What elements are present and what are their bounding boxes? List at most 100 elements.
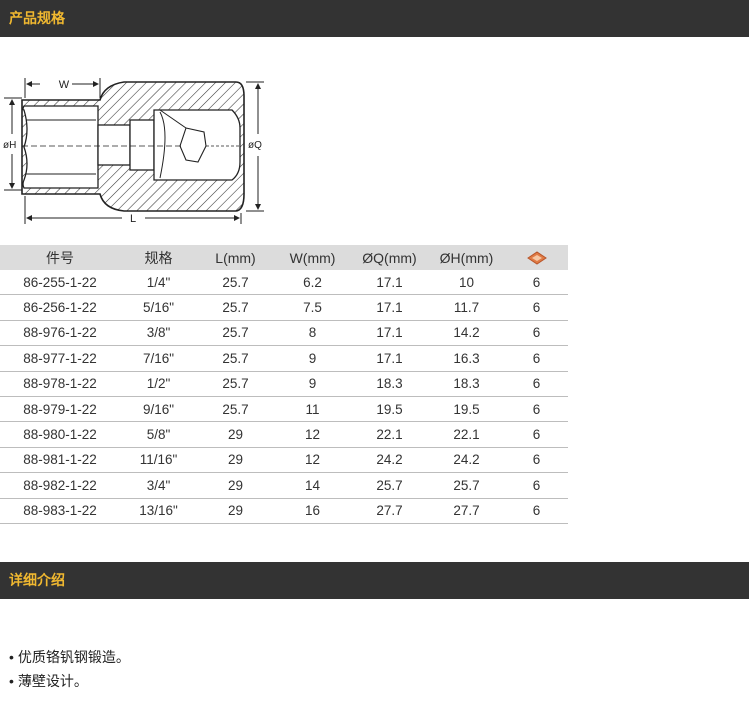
col-header-w: W(mm) bbox=[274, 245, 351, 270]
hex-point-icon bbox=[526, 251, 547, 265]
cell-size: 11/16" bbox=[120, 447, 197, 474]
detail-section-header: 详细介绍 bbox=[0, 562, 749, 599]
col-header-l: L(mm) bbox=[197, 245, 274, 270]
cell-h: 24.2 bbox=[428, 447, 505, 474]
cell-part-no: 88-977-1-22 bbox=[0, 345, 120, 372]
cell-w: 9 bbox=[274, 345, 351, 372]
cell-w: 9 bbox=[274, 371, 351, 397]
col-header-part-no: 件号 bbox=[0, 245, 120, 270]
cell-h: 22.1 bbox=[428, 421, 505, 448]
cell-w: 6.2 bbox=[274, 270, 351, 296]
cell-q: 19.5 bbox=[351, 396, 428, 423]
cell-points: 6 bbox=[505, 371, 568, 397]
cell-part-no: 86-256-1-22 bbox=[0, 294, 120, 321]
h-dimension: øH bbox=[3, 97, 22, 191]
cell-w: 12 bbox=[274, 421, 351, 448]
list-item: • 优质铬钒钢锻造。 bbox=[9, 645, 130, 669]
cell-size: 3/4" bbox=[120, 472, 197, 499]
cell-size: 7/16" bbox=[120, 345, 197, 372]
cell-h: 14.2 bbox=[428, 320, 505, 347]
col-header-size: 规格 bbox=[120, 245, 197, 270]
cell-h: 18.3 bbox=[428, 371, 505, 397]
cell-size: 1/2" bbox=[120, 371, 197, 397]
h-label: øH bbox=[3, 140, 16, 151]
cell-l: 29 bbox=[197, 498, 274, 524]
cell-part-no: 86-255-1-22 bbox=[0, 270, 120, 296]
cell-w: 8 bbox=[274, 320, 351, 347]
table-row: 88-978-1-22 1/2" 25.7 9 18.3 18.3 6 bbox=[0, 371, 568, 397]
cell-size: 3/8" bbox=[120, 320, 197, 347]
cell-q: 17.1 bbox=[351, 320, 428, 347]
table-row: 88-983-1-22 13/16" 29 16 27.7 27.7 6 bbox=[0, 498, 568, 524]
cell-points: 6 bbox=[505, 447, 568, 474]
table-row: 88-977-1-22 7/16" 25.7 9 17.1 16.3 6 bbox=[0, 345, 568, 372]
table-header-row: 件号 规格 L(mm) W(mm) ØQ(mm) ØH(mm) bbox=[0, 245, 568, 270]
cell-part-no: 88-983-1-22 bbox=[0, 498, 120, 524]
cell-points: 6 bbox=[505, 472, 568, 499]
cell-q: 27.7 bbox=[351, 498, 428, 524]
cell-w: 16 bbox=[274, 498, 351, 524]
list-item: • 薄壁设计。 bbox=[9, 669, 130, 693]
l-label: L bbox=[130, 213, 136, 225]
cell-points: 6 bbox=[505, 396, 568, 423]
table-row: 86-256-1-22 5/16" 25.7 7.5 17.1 11.7 6 bbox=[0, 294, 568, 321]
cell-part-no: 88-981-1-22 bbox=[0, 447, 120, 474]
cell-l: 25.7 bbox=[197, 294, 274, 321]
spec-table: 件号 规格 L(mm) W(mm) ØQ(mm) ØH(mm) 86-255-1… bbox=[0, 245, 568, 524]
cell-q: 17.1 bbox=[351, 294, 428, 321]
table-row: 88-976-1-22 3/8" 25.7 8 17.1 14.2 6 bbox=[0, 320, 568, 347]
q-dimension: øQ bbox=[246, 81, 264, 212]
cell-h: 25.7 bbox=[428, 472, 505, 499]
col-header-h: ØH(mm) bbox=[428, 245, 505, 270]
cell-w: 12 bbox=[274, 447, 351, 474]
cell-w: 14 bbox=[274, 472, 351, 499]
table-row: 88-980-1-22 5/8" 29 12 22.1 22.1 6 bbox=[0, 421, 568, 448]
cell-size: 13/16" bbox=[120, 498, 197, 524]
spec-section-header: 产品规格 bbox=[0, 0, 749, 37]
cell-q: 18.3 bbox=[351, 371, 428, 397]
detail-text: 优质铬钒钢锻造。 bbox=[17, 649, 130, 665]
w-dimension: W bbox=[24, 78, 101, 98]
cell-h: 19.5 bbox=[428, 396, 505, 423]
detail-text: 薄壁设计。 bbox=[17, 673, 88, 689]
col-header-q: ØQ(mm) bbox=[351, 245, 428, 270]
cell-part-no: 88-976-1-22 bbox=[0, 320, 120, 347]
cell-w: 11 bbox=[274, 396, 351, 423]
cell-l: 29 bbox=[197, 421, 274, 448]
cell-h: 27.7 bbox=[428, 498, 505, 524]
cell-part-no: 88-978-1-22 bbox=[0, 371, 120, 397]
cell-part-no: 88-982-1-22 bbox=[0, 472, 120, 499]
cell-l: 25.7 bbox=[197, 270, 274, 296]
q-label: øQ bbox=[248, 140, 262, 151]
cell-l: 25.7 bbox=[197, 320, 274, 347]
cell-w: 7.5 bbox=[274, 294, 351, 321]
col-header-points bbox=[505, 245, 568, 270]
socket-body bbox=[21, 81, 245, 212]
cell-l: 25.7 bbox=[197, 396, 274, 423]
cell-q: 17.1 bbox=[351, 345, 428, 372]
cell-q: 25.7 bbox=[351, 472, 428, 499]
cell-q: 24.2 bbox=[351, 447, 428, 474]
bullet: • bbox=[9, 649, 14, 665]
table-row: 86-255-1-22 1/4" 25.7 6.2 17.1 10 6 bbox=[0, 270, 568, 296]
cell-h: 10 bbox=[428, 270, 505, 296]
cell-points: 6 bbox=[505, 320, 568, 347]
cell-points: 6 bbox=[505, 498, 568, 524]
cell-q: 17.1 bbox=[351, 270, 428, 296]
cell-l: 29 bbox=[197, 472, 274, 499]
cell-part-no: 88-980-1-22 bbox=[0, 421, 120, 448]
table-row: 88-981-1-22 11/16" 29 12 24.2 24.2 6 bbox=[0, 447, 568, 474]
cell-points: 6 bbox=[505, 294, 568, 321]
cell-points: 6 bbox=[505, 345, 568, 372]
cell-size: 1/4" bbox=[120, 270, 197, 296]
w-label: W bbox=[59, 79, 70, 91]
table-row: 88-979-1-22 9/16" 25.7 11 19.5 19.5 6 bbox=[0, 396, 568, 423]
cell-l: 29 bbox=[197, 447, 274, 474]
bullet: • bbox=[9, 673, 14, 689]
cell-part-no: 88-979-1-22 bbox=[0, 396, 120, 423]
cell-size: 5/8" bbox=[120, 421, 197, 448]
cell-points: 6 bbox=[505, 270, 568, 296]
cell-q: 22.1 bbox=[351, 421, 428, 448]
cell-points: 6 bbox=[505, 421, 568, 448]
cell-size: 9/16" bbox=[120, 396, 197, 423]
